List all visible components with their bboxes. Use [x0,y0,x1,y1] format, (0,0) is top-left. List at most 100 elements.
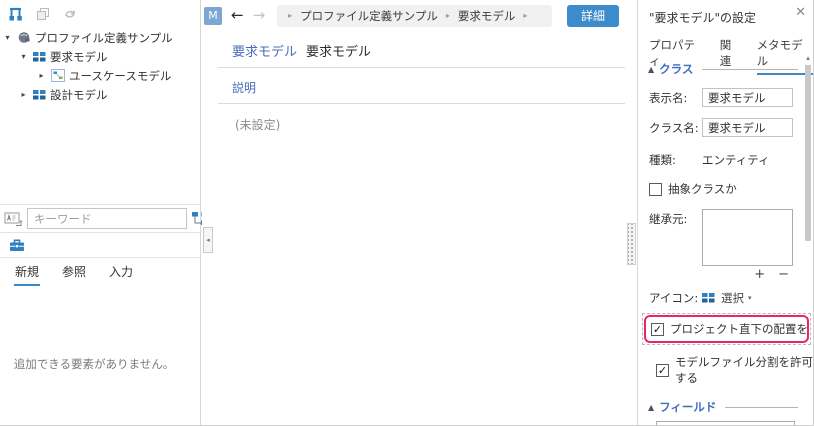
description-divider [218,103,625,104]
navigator-toolbar [0,0,200,26]
tree-item-label: 要求モデル [50,49,108,65]
display-name-input[interactable] [702,88,793,107]
breadcrumb-item-profile-sample[interactable]: プロファイル定義サンプル [300,8,438,24]
model-tree: ▾ プロファイル定義サンプル ▾ 要求モデル ▸ ユースケースモデル [0,26,200,104]
forward-arrow-icon: → [253,8,266,23]
tree-item-requirement-model[interactable]: ▾ 要求モデル [0,47,200,66]
model-split-checkbox[interactable]: ✓ [656,364,669,377]
section-divider [725,407,798,408]
class-icon-preview [702,292,715,304]
title-divider [218,67,625,68]
tab-new[interactable]: 新規 [14,258,40,286]
text-search-mode-icon[interactable] [4,211,23,227]
model-structure-icon[interactable] [8,7,23,21]
class-name-row: クラス名: [649,118,814,137]
toolbox-tabs: 新規 参照 入力 [0,258,200,286]
project-placement-checkbox[interactable]: ✓ [651,323,664,336]
display-name-label: 表示名: [649,90,702,106]
tree-item-label: 設計モデル [50,87,108,103]
add-button[interactable]: + [754,268,765,281]
settings-panel: "要求モデル"の設定 ✕ プロパティ 関連 メタモデル ▴ ▲ クラス 表示名:… [637,0,814,425]
collapse-triangle-icon[interactable]: ▲ [648,403,654,412]
model-navigator-panel: ▾ プロファイル定義サンプル ▾ 要求モデル ▸ ユースケースモデル [0,0,201,425]
tree-expander-icon[interactable]: ▾ [18,52,29,61]
project-placement-label: プロジェクト直下の配置を許可 [670,321,809,337]
settings-panel-title: "要求モデル"の設定 [638,0,814,26]
editor-title: 要求モデル要求モデル [232,41,625,60]
breadcrumb-item-requirement-model[interactable]: 要求モデル [458,8,516,24]
sidebar-collapse-handle[interactable]: ◂ [203,227,213,253]
kind-label: 種類: [649,152,702,168]
abstract-class-checkbox[interactable] [649,183,662,196]
chevron-down-icon: ▾ [748,294,752,302]
fields-section-header[interactable]: ▲ フィールド [638,386,814,415]
panel-splitter-grip[interactable] [627,223,636,265]
model-view-badge[interactable]: M [204,7,222,25]
sync-icon[interactable] [63,7,77,21]
tree-expander-icon[interactable]: ▾ [2,33,13,42]
kind-value: エンティティ [702,152,770,168]
collapse-triangle-icon[interactable]: ▲ [648,65,654,74]
editor-header: M ← → ▸ プロファイル定義サンプル ▸ 要求モデル ▸ 詳細 [202,0,625,30]
tree-expander-icon[interactable]: ▸ [36,71,47,80]
remove-button[interactable]: − [778,268,789,281]
icon-select-label: 選択 [721,290,744,306]
fields-listbox[interactable]: 名前 (Name) 説明 (Description) ユースケースモデル (ユー… [656,421,795,426]
class-section-header[interactable]: ▲ クラス [638,52,814,77]
inherit-list-buttons: + − [638,268,789,281]
keyword-search-row [0,204,200,233]
model-split-label: モデルファイル分割を許可する [675,354,814,386]
inherit-row: 継承元: [649,209,814,266]
copy-icon[interactable] [36,7,50,21]
title-name: 要求モデル [306,45,371,60]
tree-expander-icon[interactable]: ▸ [18,90,29,99]
fields-section-title: フィールド [659,399,716,415]
icon-label: アイコン: [649,290,702,306]
icon-select-dropdown[interactable]: 選択 ▾ [721,290,752,306]
abstract-class-row[interactable]: 抽象クラスか [649,181,814,197]
breadcrumb-separator-icon: ▸ [446,11,450,20]
tree-item-profile-sample[interactable]: ▾ プロファイル定義サンプル [0,28,200,47]
highlight-focus-ring: ✓ プロジェクト直下の配置を許可 [642,313,811,345]
scrollbar-thumb[interactable] [805,65,811,241]
scrollbar[interactable]: ▴ [804,54,812,425]
description-empty-value[interactable]: (未設定) [235,116,625,133]
project-placement-row-highlighted[interactable]: ✓ プロジェクト直下の配置を許可 [644,315,809,343]
tree-item-usecase-model[interactable]: ▸ ユースケースモデル [0,66,200,85]
inherit-label: 継承元: [649,209,702,227]
usecase-diagram-icon [51,69,65,82]
back-arrow-icon[interactable]: ← [231,8,244,23]
keyword-search-input[interactable] [27,208,187,229]
display-name-row: 表示名: [649,88,814,107]
class-name-label: クラス名: [649,120,702,136]
title-class-link[interactable]: 要求モデル [232,45,297,60]
toolbox-empty-message: 追加できる要素がありません。 [0,356,188,372]
description-section-label[interactable]: 説明 [232,79,625,96]
icon-row: アイコン: 選択 ▾ [649,290,814,306]
toolbox-icon[interactable] [9,238,25,252]
abstract-class-label: 抽象クラスか [668,181,737,197]
model-class-icon [33,51,46,63]
package-icon [17,31,31,44]
model-class-icon [33,89,46,101]
detail-button[interactable]: 詳細 [567,5,619,27]
scrollbar-up-icon[interactable]: ▴ [804,54,812,62]
editor-panel: M ← → ▸ プロファイル定義サンプル ▸ 要求モデル ▸ 詳細 要求モデル要… [202,0,625,425]
section-divider [702,69,798,70]
close-icon[interactable]: ✕ [795,5,806,20]
tree-item-label: プロファイル定義サンプル [35,30,173,46]
tab-input[interactable]: 入力 [108,258,134,286]
toolbox-header [0,233,200,258]
inherit-listbox[interactable] [702,209,793,266]
class-name-input[interactable] [702,118,793,137]
model-split-row[interactable]: ✓ モデルファイル分割を許可する [656,354,814,386]
kind-row: 種類: エンティティ [649,152,814,168]
tree-item-design-model[interactable]: ▸ 設計モデル [0,85,200,104]
class-section-title: クラス [659,61,693,77]
breadcrumb[interactable]: ▸ プロファイル定義サンプル ▸ 要求モデル ▸ [277,5,552,27]
tree-item-label: ユースケースモデル [69,68,171,84]
app-window: ▾ プロファイル定義サンプル ▾ 要求モデル ▸ ユースケースモデル [0,0,814,426]
breadcrumb-separator-icon: ▸ [523,11,527,20]
tab-reference[interactable]: 参照 [61,258,87,286]
breadcrumb-separator-icon: ▸ [288,11,292,20]
